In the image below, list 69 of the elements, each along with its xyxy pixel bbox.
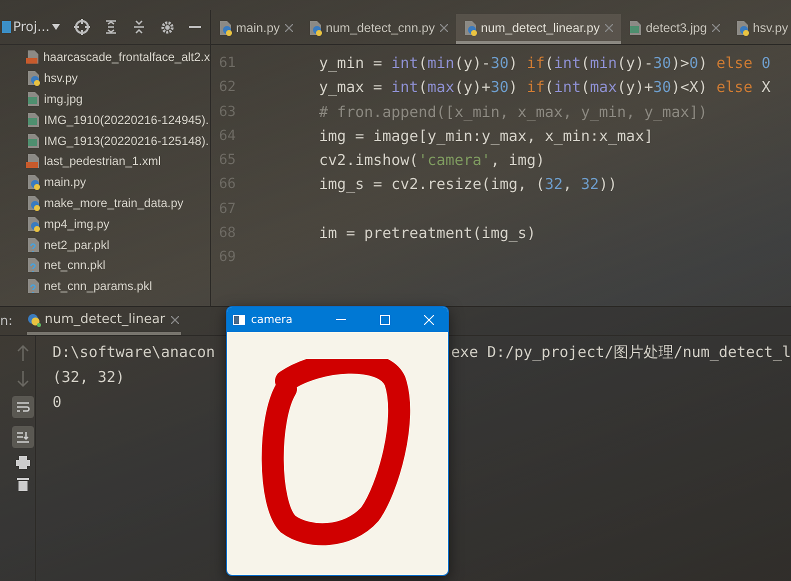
file-icon bbox=[26, 49, 40, 66]
collapse-all-icon[interactable] bbox=[132, 20, 146, 34]
file-icon bbox=[26, 278, 41, 294]
file-item[interactable]: main.py bbox=[0, 172, 210, 193]
editor-tab[interactable]: num_detect_cnn.py bbox=[300, 14, 456, 44]
file-item[interactable]: haarcascade_frontalface_alt2.x bbox=[0, 47, 210, 68]
close-button[interactable] bbox=[282, 24, 295, 32]
file-icon bbox=[26, 216, 41, 232]
scroll-to-end-button[interactable] bbox=[12, 426, 34, 448]
file-icon bbox=[26, 132, 41, 149]
code-line: img = image[y_min:y_max, x_min:x_max] bbox=[319, 126, 654, 147]
code-line: y_max = int(max(y)+30) if(int(max(y)+30)<X) else X bbox=[319, 77, 771, 98]
python-icon bbox=[26, 312, 41, 326]
file-item[interactable]: net_cnn.pkl bbox=[0, 254, 210, 276]
close-icon bbox=[424, 314, 434, 324]
console-text: (32, 32) bbox=[52, 367, 125, 388]
file-item[interactable]: make_more_train_data.py bbox=[0, 192, 210, 214]
editor-tab[interactable]: num_detect_linear.py bbox=[456, 14, 621, 44]
wrap-icon bbox=[16, 401, 30, 413]
editor-tab[interactable]: detect3.jpg bbox=[620, 14, 728, 44]
file-item[interactable]: img.jpg bbox=[0, 88, 210, 110]
run-label: n: bbox=[0, 314, 13, 328]
file-icon bbox=[26, 70, 41, 86]
code-line: cv2.imshow('camera', img) bbox=[319, 150, 546, 172]
file-item[interactable]: net2_par.pkl bbox=[0, 234, 210, 255]
file-item[interactable]: IMG_1910(20220216-124945). bbox=[0, 109, 210, 130]
maximize-icon bbox=[380, 314, 390, 324]
crosshair-icon[interactable] bbox=[74, 19, 90, 35]
run-tab[interactable]: num_detect_linear bbox=[26, 307, 182, 335]
close-button[interactable] bbox=[169, 316, 182, 324]
file-item[interactable]: net_cnn_params.pkl bbox=[0, 276, 210, 297]
code-line: # fron.append([x_min, x_max, y_min, y_max]) bbox=[319, 102, 708, 123]
code-line: img_s = cv2.resize(img, (32, 32)) bbox=[319, 174, 618, 196]
console-text: 0 bbox=[52, 392, 62, 413]
minimize-icon bbox=[336, 318, 346, 320]
code-line: y_min = int(min(y)-30) if(int(min(y)-30)>0) else 0 bbox=[319, 53, 771, 74]
file-icon bbox=[26, 236, 41, 253]
soft-wrap-button[interactable] bbox=[12, 396, 34, 418]
file-icon bbox=[26, 90, 41, 107]
file-icon bbox=[308, 20, 323, 36]
file-item[interactable]: mp4_img.py bbox=[0, 213, 210, 234]
editor-tab[interactable]: hsv.py bbox=[728, 14, 791, 44]
file-icon bbox=[26, 112, 41, 128]
caret-icon bbox=[52, 24, 60, 30]
file-item[interactable]: hsv.py bbox=[0, 68, 210, 89]
minimize-icon[interactable] bbox=[188, 25, 201, 29]
file-item[interactable]: IMG_1913(20220216-125148). bbox=[0, 130, 210, 151]
file-icon bbox=[26, 257, 41, 274]
file-icon bbox=[462, 20, 478, 36]
window-icon bbox=[233, 314, 245, 324]
file-icon bbox=[26, 174, 41, 190]
file-icon bbox=[734, 20, 750, 36]
console-text: exe D:/py_project/图片处理/num_detect_l bbox=[451, 342, 791, 363]
file-icon bbox=[218, 20, 233, 36]
scroll-down-icon bbox=[16, 431, 30, 443]
trash-icon[interactable] bbox=[17, 477, 30, 491]
close-button[interactable] bbox=[438, 24, 450, 32]
project-view-dropdown[interactable]: Proj... bbox=[2, 20, 60, 34]
expand-all-icon[interactable] bbox=[104, 20, 118, 34]
code-line: im = pretreatment(img_s) bbox=[319, 223, 537, 244]
window-title: camera bbox=[251, 313, 294, 326]
file-icon bbox=[26, 153, 41, 170]
console-text: D:\software\anacon bbox=[52, 342, 216, 363]
editor-tab[interactable]: main.py bbox=[211, 14, 301, 44]
settings-icon[interactable] bbox=[160, 20, 175, 34]
file-icon bbox=[26, 194, 41, 211]
close-button[interactable] bbox=[710, 24, 722, 32]
file-item[interactable]: last_pedestrian_1.xml bbox=[0, 150, 210, 172]
file-icon bbox=[628, 20, 643, 36]
